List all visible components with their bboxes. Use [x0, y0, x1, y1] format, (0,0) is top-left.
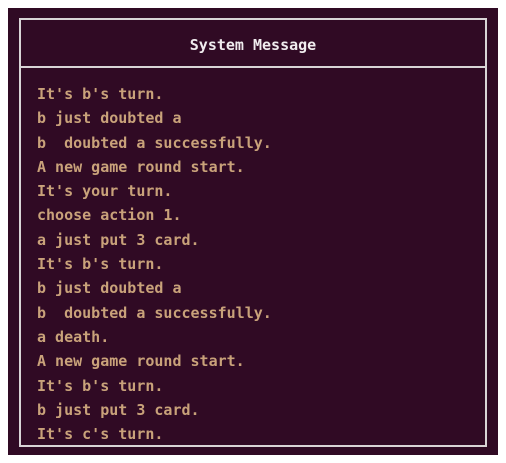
message-list: It's b's turn. b just doubted a b doubte… [21, 68, 485, 446]
message-line: A new game round start. [37, 157, 245, 176]
panel-title: System Message [189, 36, 317, 54]
message-line: It's c's turn. [37, 425, 164, 444]
message-line: A new game round start. [37, 352, 245, 371]
message-line: choose action 1. [37, 206, 182, 225]
panel-header: System Message [21, 20, 485, 68]
terminal-window: System Message It's b's turn. b just dou… [8, 8, 498, 455]
message-line: It's b's turn. [37, 255, 164, 274]
message-line: b just put 3 card. [37, 400, 200, 419]
message-line: a just put 3 card. [37, 230, 200, 249]
message-line: b just doubted a [37, 279, 182, 298]
message-line: b doubted a successfully. [37, 133, 272, 152]
system-message-panel: System Message It's b's turn. b just dou… [19, 18, 487, 447]
message-line: a death. [37, 327, 110, 346]
message-line: It's b's turn. [37, 376, 164, 395]
message-line: b doubted a successfully. [37, 303, 272, 322]
message-line: It's your turn. [37, 182, 173, 201]
message-line: It's b's turn. [37, 85, 164, 103]
message-line: b just doubted a [37, 109, 182, 128]
